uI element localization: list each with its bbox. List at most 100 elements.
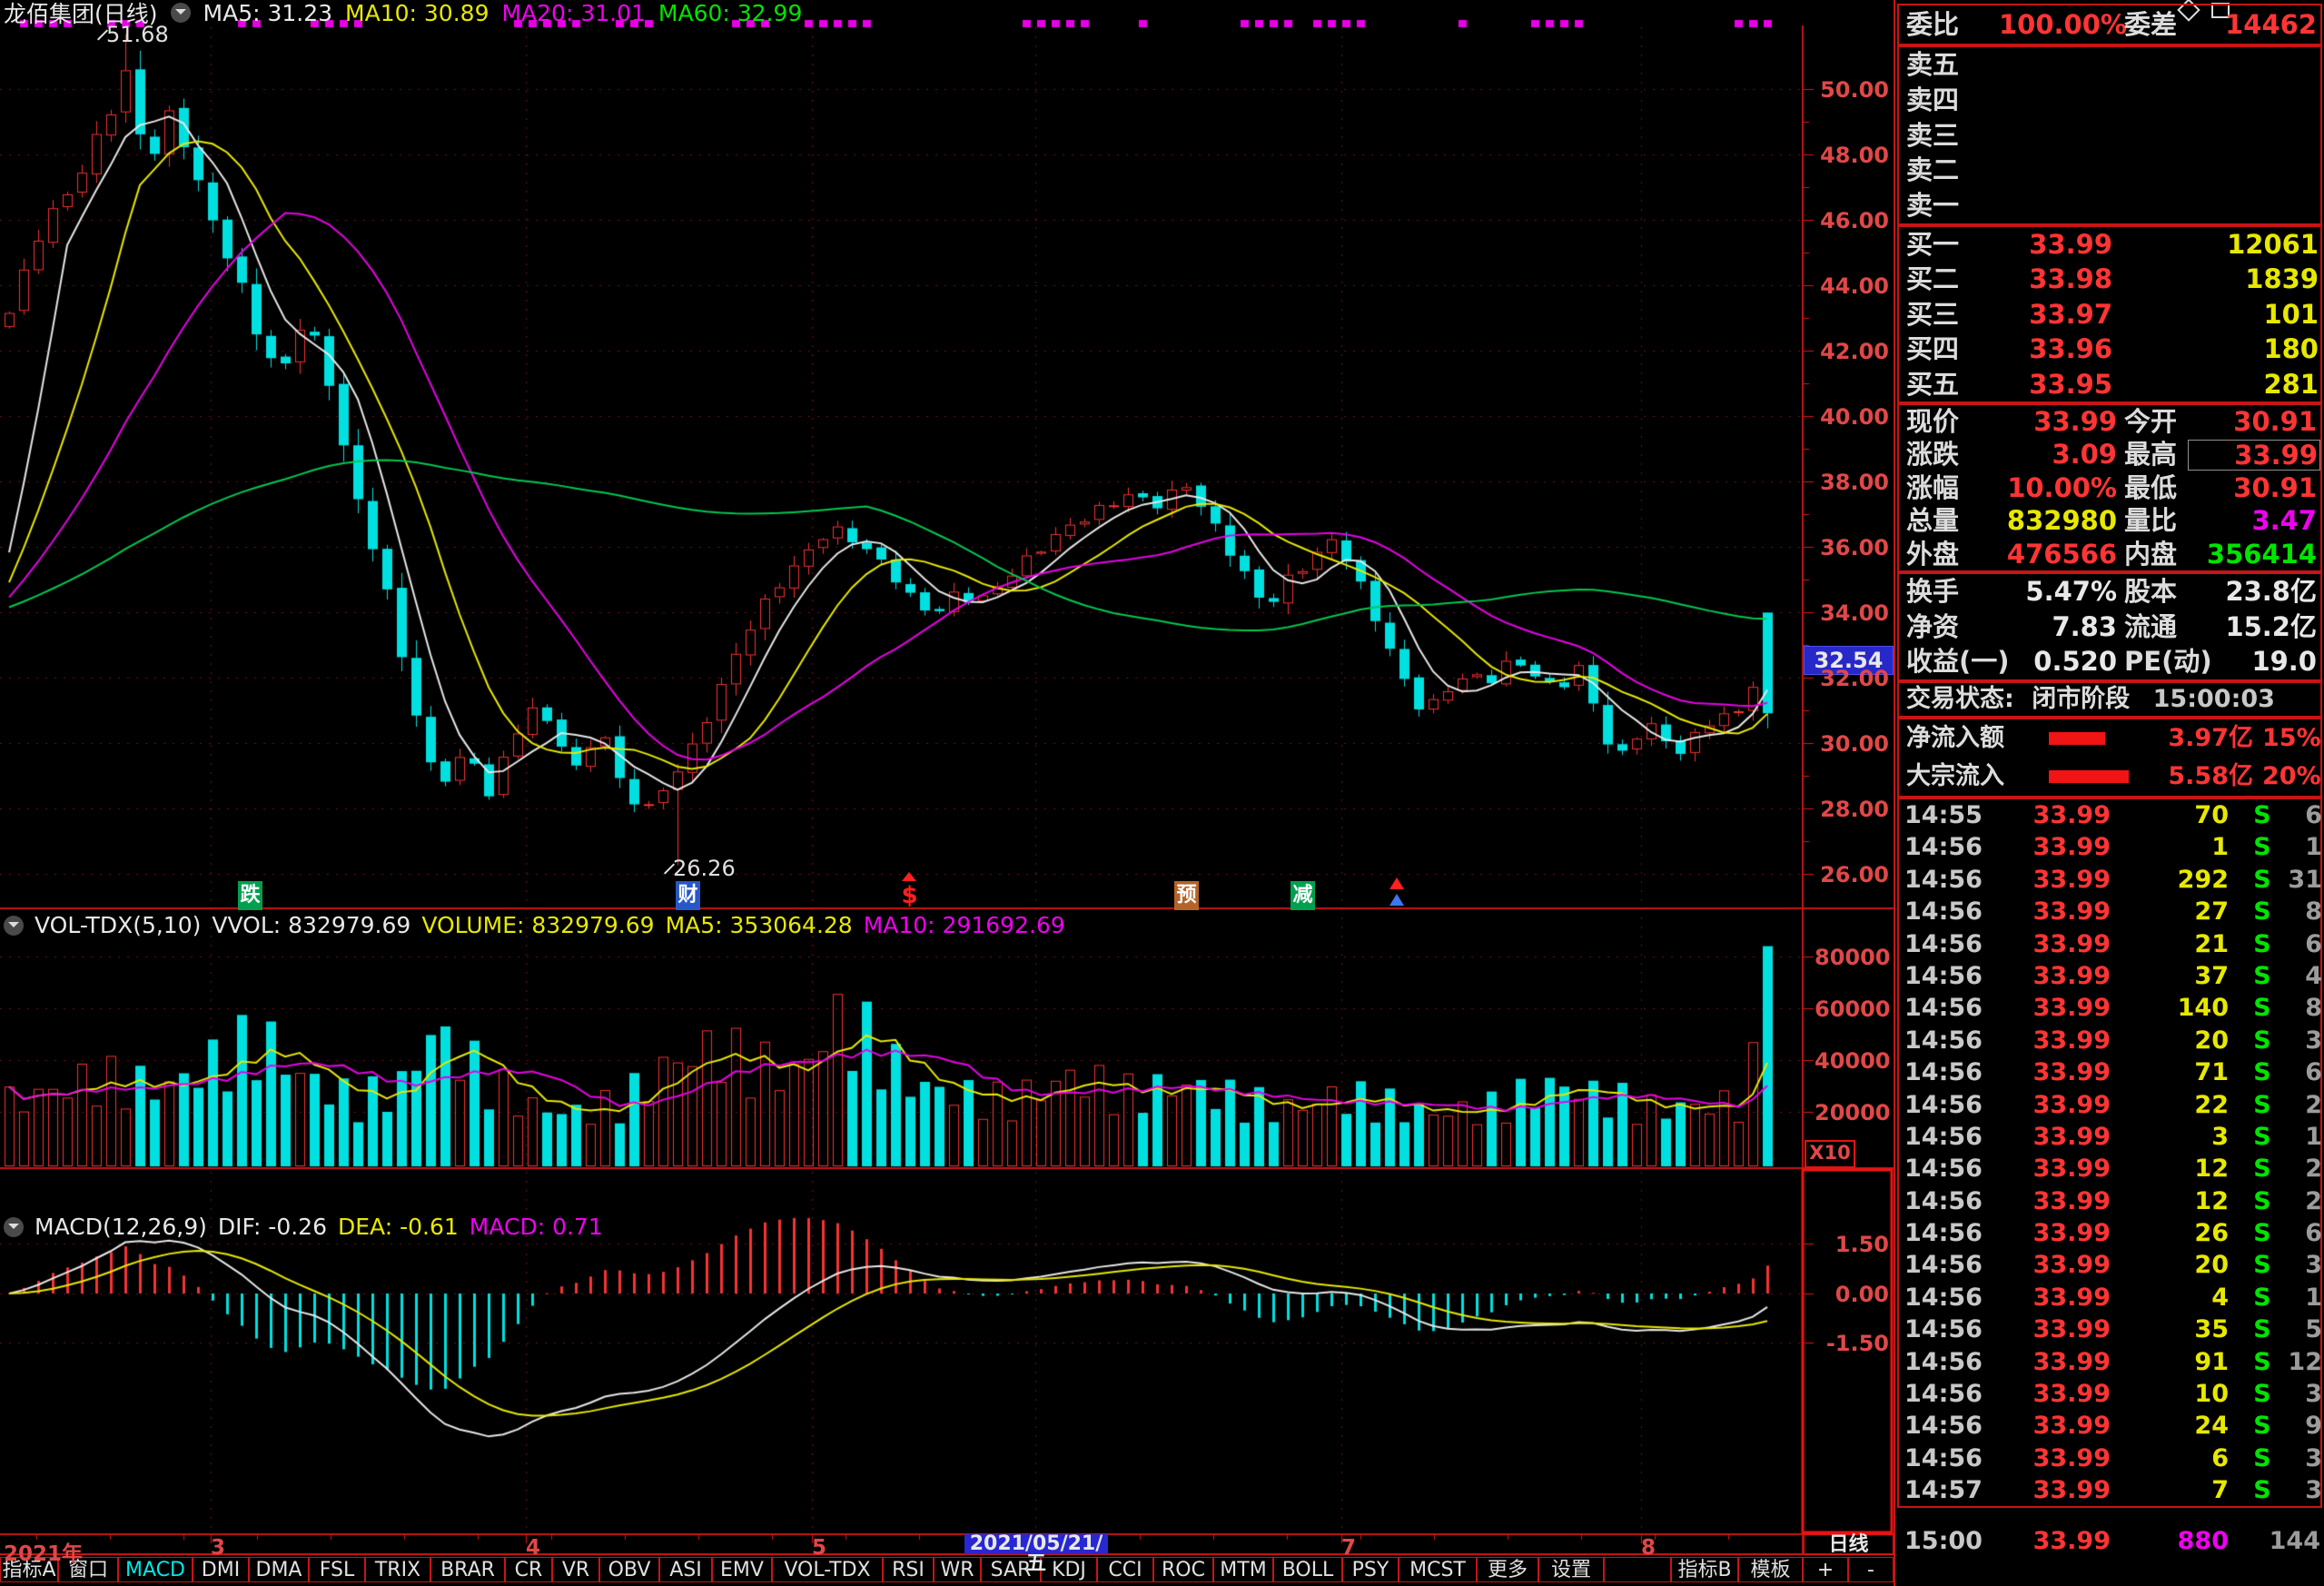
template-button[interactable]: 模板 bbox=[1738, 1557, 1803, 1582]
high-annotation: 51.68 bbox=[102, 22, 169, 47]
toolbar-button-ROC[interactable]: ROC bbox=[1153, 1557, 1213, 1582]
chevron-down-icon[interactable] bbox=[4, 916, 24, 936]
x-axis-date-highlight: 2021/05/21/五 bbox=[964, 1534, 1108, 1554]
tick-row[interactable]: 14:5633.99140S8 bbox=[1899, 992, 2320, 1024]
toolbar-button-DMA[interactable]: DMA bbox=[249, 1557, 309, 1582]
toolbar-button-CR[interactable]: CR bbox=[505, 1557, 552, 1582]
tick-list-section: 14:5533.9970S614:5633.991S114:5633.99292… bbox=[1897, 798, 2322, 1508]
toolbar-button-RSI[interactable]: RSI bbox=[883, 1557, 934, 1582]
tick-row[interactable]: 14:5633.993S1 bbox=[1899, 1121, 2320, 1153]
toolbar-button-TRIX[interactable]: TRIX bbox=[365, 1557, 430, 1582]
zoom-in-button[interactable]: + bbox=[1803, 1557, 1848, 1582]
quote-value-1: 832980 bbox=[1981, 504, 2117, 537]
toolbar-button-FSL[interactable]: FSL bbox=[309, 1557, 365, 1582]
macd-pane-header: MACD(12,26,9) DIF: -0.26 DEA: -0.61 MACD… bbox=[4, 1214, 603, 1240]
net-inflow-bar bbox=[2049, 732, 2105, 745]
tick-row[interactable]: 14:5533.9970S6 bbox=[1899, 799, 2320, 831]
tick-row[interactable]: 14:5633.991S1 bbox=[1899, 831, 2320, 863]
tick-count: 1 bbox=[2270, 1121, 2322, 1153]
dea-value: DEA: -0.61 bbox=[338, 1214, 459, 1240]
bid-row[interactable]: 买三33.97101 bbox=[1899, 297, 2320, 332]
toolbar-button-设置[interactable]: 设置 bbox=[1538, 1557, 1604, 1582]
chevron-down-icon[interactable] bbox=[4, 1217, 24, 1237]
event-badge[interactable]: $ bbox=[897, 881, 922, 910]
tick-row[interactable]: 14:5633.9921S6 bbox=[1899, 928, 2320, 960]
quote-label-2: 内盘 bbox=[2124, 538, 2177, 570]
ask-row[interactable]: 卖一 bbox=[1899, 188, 2320, 223]
tick-row[interactable]: 14:5633.9924S9 bbox=[1899, 1410, 2320, 1442]
ask-row[interactable]: 卖四 bbox=[1899, 83, 2320, 118]
toolbar-button-DMI[interactable]: DMI bbox=[193, 1557, 249, 1582]
toolbar-button-OBV[interactable]: OBV bbox=[599, 1557, 659, 1582]
toolbar-button-BOLL[interactable]: BOLL bbox=[1273, 1557, 1342, 1582]
tick-price: 33.99 bbox=[1988, 1528, 2111, 1555]
tick-row[interactable]: 14:5633.9991S12 bbox=[1899, 1346, 2320, 1378]
event-badge[interactable]: 预 bbox=[1174, 881, 1199, 910]
tick-row[interactable]: 14:5633.9927S8 bbox=[1899, 896, 2320, 927]
toolbar-button-VR[interactable]: VR bbox=[552, 1557, 599, 1582]
event-badge[interactable]: 财 bbox=[676, 881, 700, 910]
last-tick-row[interactable]: 15:00 33.99 880 144 bbox=[1897, 1528, 2322, 1555]
tick-price: 33.99 bbox=[1990, 831, 2111, 863]
zoom-out-button[interactable]: - bbox=[1848, 1557, 1894, 1582]
tick-count: 3 bbox=[2270, 1378, 2322, 1410]
tick-row[interactable]: 14:5633.9926S6 bbox=[1899, 1217, 2320, 1249]
toolbar-button-PSY[interactable]: PSY bbox=[1342, 1557, 1399, 1582]
ask-label: 卖二 bbox=[1906, 153, 1959, 188]
tick-row[interactable]: 14:5633.9922S2 bbox=[1899, 1089, 2320, 1121]
tick-count: 3 bbox=[2270, 1025, 2322, 1056]
toolbar-button-BRAR[interactable]: BRAR bbox=[430, 1557, 505, 1582]
candlestick-chart-canvas[interactable] bbox=[0, 0, 1894, 1555]
event-badge[interactable]: 跌 bbox=[238, 881, 262, 910]
toolbar-button-KDJ[interactable]: KDJ bbox=[1041, 1557, 1097, 1582]
tick-time: 14:56 bbox=[1904, 1313, 1983, 1345]
toolbar-button-MTM[interactable]: MTM bbox=[1213, 1557, 1273, 1582]
tick-time: 14:56 bbox=[1904, 1025, 1983, 1056]
period-button[interactable]: 日线 bbox=[1804, 1534, 1894, 1555]
quote-value-2: 356414 bbox=[2188, 538, 2317, 570]
tick-volume: 37 bbox=[2117, 960, 2229, 992]
tick-row[interactable]: 14:5633.9935S5 bbox=[1899, 1313, 2320, 1345]
tick-row[interactable]: 14:5633.9920S3 bbox=[1899, 1249, 2320, 1281]
bid-label: 买二 bbox=[1906, 262, 1959, 296]
price-axis-label: 28.00 bbox=[1815, 797, 1889, 822]
ask-levels-section: 卖五卖四卖三卖二卖一 bbox=[1897, 45, 2322, 225]
stats-row: 换手5.47%股本23.8亿 bbox=[1899, 574, 2320, 610]
event-badge[interactable]: 减 bbox=[1291, 881, 1315, 910]
tick-volume: 24 bbox=[2117, 1410, 2229, 1442]
tick-row[interactable]: 14:5633.9937S4 bbox=[1899, 960, 2320, 992]
tick-row[interactable]: 14:5633.9971S6 bbox=[1899, 1056, 2320, 1088]
bid-row[interactable]: 买一33.9912061 bbox=[1899, 227, 2320, 262]
tick-row[interactable]: 14:5633.994S1 bbox=[1899, 1282, 2320, 1313]
ask-row[interactable]: 卖二 bbox=[1899, 153, 2320, 188]
chevron-down-icon[interactable] bbox=[171, 3, 191, 23]
tick-row[interactable]: 14:5733.997S3 bbox=[1899, 1474, 2320, 1506]
toolbar-button-ASI[interactable]: ASI bbox=[659, 1557, 712, 1582]
tick-price: 33.99 bbox=[1990, 1346, 2111, 1378]
bid-row[interactable]: 买五33.95281 bbox=[1899, 367, 2320, 401]
toolbar-button-MCST[interactable]: MCST bbox=[1399, 1557, 1477, 1582]
toolbar-button-更多[interactable]: 更多 bbox=[1477, 1557, 1538, 1582]
ask-row[interactable]: 卖三 bbox=[1899, 118, 2320, 154]
indicator-b-button[interactable]: 指标B bbox=[1671, 1557, 1738, 1582]
toolbar-button-EMV[interactable]: EMV bbox=[712, 1557, 772, 1582]
ask-row[interactable]: 卖五 bbox=[1899, 47, 2320, 83]
tick-row[interactable]: 14:5633.99292S31 bbox=[1899, 864, 2320, 896]
x-axis-label: 8 bbox=[1641, 1536, 1656, 1560]
weicha-label: 委差 bbox=[2124, 5, 2177, 44]
up-triangle-icon bbox=[902, 872, 916, 881]
ask-label: 卖五 bbox=[1906, 47, 1959, 83]
tick-row[interactable]: 14:5633.9912S2 bbox=[1899, 1185, 2320, 1217]
tick-row[interactable]: 14:5633.996S3 bbox=[1899, 1442, 2320, 1474]
toolbar-button-CCI[interactable]: CCI bbox=[1097, 1557, 1153, 1582]
tick-row[interactable]: 14:5633.9920S3 bbox=[1899, 1025, 2320, 1056]
toolbar-button-MACD[interactable]: MACD bbox=[118, 1557, 193, 1582]
tick-row[interactable]: 14:5633.9912S2 bbox=[1899, 1153, 2320, 1185]
tick-time: 14:56 bbox=[1904, 1121, 1983, 1153]
toolbar-button-WR[interactable]: WR bbox=[934, 1557, 981, 1582]
bid-row[interactable]: 买四33.96180 bbox=[1899, 332, 2320, 366]
tick-row[interactable]: 14:5633.9910S3 bbox=[1899, 1378, 2320, 1410]
toolbar-button-VOL-TDX[interactable]: VOL-TDX bbox=[772, 1557, 883, 1582]
vol-ma5-value: MA5: 353064.28 bbox=[666, 912, 853, 938]
bid-row[interactable]: 买二33.981839 bbox=[1899, 262, 2320, 296]
